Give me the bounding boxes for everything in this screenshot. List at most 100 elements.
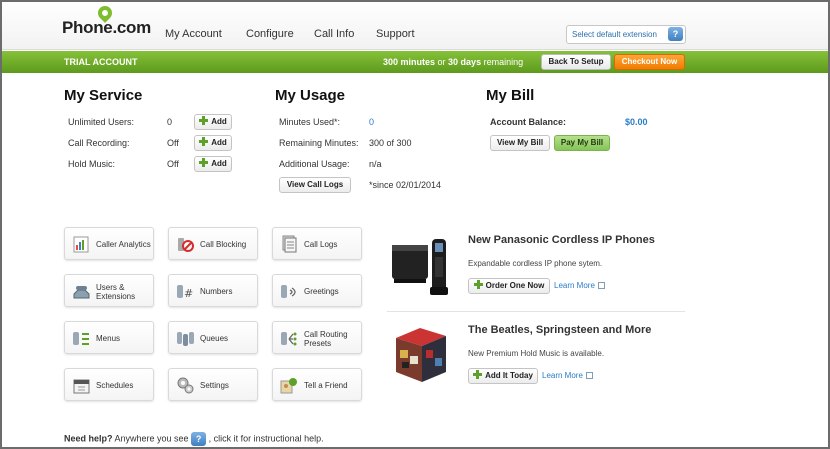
external-link-icon	[585, 372, 593, 379]
unlimited-users-value: 0	[167, 117, 173, 127]
account-balance-value: $0.00	[625, 117, 648, 127]
call-routing-presets-label: Call Routing Presets	[304, 329, 348, 348]
settings-label: Settings	[200, 381, 229, 390]
settings-button[interactable]: Settings	[168, 368, 258, 401]
trial-or: or	[435, 57, 449, 67]
trial-account-label: TRIAL ACCOUNT	[64, 57, 138, 67]
header: Phone.com My Account Configure Call Info…	[2, 2, 828, 50]
hold-music-value: Off	[167, 159, 179, 169]
add-users-button[interactable]: Add	[194, 114, 232, 130]
block-icon	[178, 238, 194, 252]
menus-label: Menus	[96, 334, 121, 343]
nav-call-info[interactable]: Call Info	[314, 28, 376, 40]
additional-usage-label: Additional Usage:	[279, 159, 350, 169]
cordless-phone-image	[392, 239, 448, 295]
promo-hold-music-title: The Beatles, Springsteen and More	[468, 324, 652, 336]
call-routing-presets-button[interactable]: Call Routing Presets	[272, 321, 362, 354]
my-usage-title: My Usage	[275, 87, 346, 104]
trial-remaining-text: 300 minutes or 30 days remaining	[383, 57, 523, 67]
caller-analytics-button[interactable]: Caller Analytics	[64, 227, 154, 260]
minutes-used-label: Minutes Used*:	[279, 117, 341, 127]
back-to-setup-button[interactable]: Back To Setup	[541, 54, 611, 70]
promo-panasonic-title: New Panasonic Cordless IP Phones	[468, 234, 655, 246]
plus-icon	[473, 280, 483, 289]
add-hold-music-label: Add	[211, 159, 227, 168]
nav-support[interactable]: Support	[376, 28, 436, 40]
friend-icon	[280, 378, 297, 394]
nav-configure[interactable]: Configure	[246, 28, 314, 40]
learn-more-phones-link[interactable]: Learn More	[554, 281, 605, 290]
plus-icon	[199, 137, 209, 146]
help-pre-text: Anywhere you see	[112, 433, 192, 444]
greetings-icon	[281, 285, 296, 298]
greetings-button[interactable]: Greetings	[272, 274, 362, 307]
help-icon[interactable]: ?	[668, 27, 683, 41]
album-cube-image	[396, 328, 446, 382]
numbers-icon: #	[177, 285, 193, 300]
view-call-logs-button[interactable]: View Call Logs	[279, 177, 351, 193]
need-help-text: Need help?	[64, 433, 113, 444]
minutes-used-value[interactable]: 0	[369, 117, 374, 127]
trial-days: 30 days	[448, 57, 482, 67]
pay-my-bill-button[interactable]: Pay My Bill	[554, 135, 610, 151]
menus-button[interactable]: Menus	[64, 321, 154, 354]
schedules-icon	[73, 379, 90, 394]
queues-label: Queues	[200, 334, 229, 343]
since-note: *since 02/01/2014	[369, 180, 442, 190]
remaining-minutes-label: Remaining Minutes:	[279, 138, 359, 148]
hold-music-label: Hold Music:	[68, 159, 116, 169]
plus-icon	[473, 370, 483, 379]
numbers-label: Numbers	[200, 287, 233, 296]
queues-button[interactable]: Queues	[168, 321, 258, 354]
numbers-button[interactable]: # Numbers	[168, 274, 258, 307]
app-frame: Phone.com My Account Configure Call Info…	[2, 2, 828, 447]
my-service-title: My Service	[64, 87, 143, 104]
help-icon[interactable]: ?	[191, 432, 207, 446]
add-hold-music-button[interactable]: Add	[194, 156, 232, 172]
additional-usage-value: n/a	[369, 159, 382, 169]
plus-icon	[199, 158, 209, 167]
call-blocking-label: Call Blocking	[200, 240, 247, 249]
add-it-today-button[interactable]: Add It Today	[468, 368, 538, 384]
users-extensions-label: Users & Extensions	[96, 282, 136, 301]
order-one-now-button[interactable]: Order One Now	[468, 278, 550, 294]
schedules-button[interactable]: Schedules	[64, 368, 154, 401]
help-post-text: , click it for instructional help.	[206, 433, 324, 444]
call-recording-value: Off	[167, 138, 179, 148]
tell-a-friend-label: Tell a Friend	[304, 381, 348, 390]
caller-analytics-label: Caller Analytics	[96, 240, 151, 249]
tell-a-friend-button[interactable]: Tell a Friend	[272, 368, 362, 401]
learn-more-music-label: Learn More	[542, 371, 583, 380]
schedules-label: Schedules	[96, 381, 134, 390]
routing-icon	[281, 332, 297, 346]
default-extension-select[interactable]: Select default extension ?	[566, 25, 686, 44]
users-extensions-button[interactable]: Users & Extensions	[64, 274, 154, 307]
trial-remaining: remaining	[481, 57, 524, 67]
help-line: Need help? Anywhere you see ? , click it…	[64, 432, 324, 446]
promo-divider	[387, 311, 685, 312]
svg-text:#: #	[184, 287, 193, 300]
call-recording-label: Call Recording:	[68, 138, 130, 148]
remaining-minutes-value: 300 of 300	[369, 138, 412, 148]
call-logs-label: Call Logs	[304, 240, 338, 249]
logs-icon	[282, 235, 297, 253]
add-call-recording-button[interactable]: Add	[194, 135, 232, 151]
plus-icon	[199, 116, 209, 125]
learn-more-phones-label: Learn More	[554, 281, 595, 290]
gear-icon	[177, 377, 194, 394]
add-it-today-label: Add It Today	[485, 371, 533, 380]
main-nav: My Account Configure Call Info Support	[165, 28, 436, 40]
view-my-bill-button[interactable]: View My Bill	[490, 135, 550, 151]
nav-my-account[interactable]: My Account	[165, 28, 246, 40]
learn-more-music-link[interactable]: Learn More	[542, 371, 593, 380]
external-link-icon	[597, 282, 605, 289]
promo-hold-music-desc: New Premium Hold Music is available.	[468, 349, 605, 358]
chart-icon	[73, 236, 89, 253]
call-logs-button[interactable]: Call Logs	[272, 227, 362, 260]
checkout-now-button[interactable]: Checkout Now	[614, 54, 685, 70]
account-balance-label: Account Balance:	[490, 117, 567, 127]
menus-icon	[73, 332, 89, 345]
phone-icon	[73, 286, 90, 299]
logo[interactable]: Phone.com	[62, 18, 151, 38]
call-blocking-button[interactable]: Call Blocking	[168, 227, 258, 260]
